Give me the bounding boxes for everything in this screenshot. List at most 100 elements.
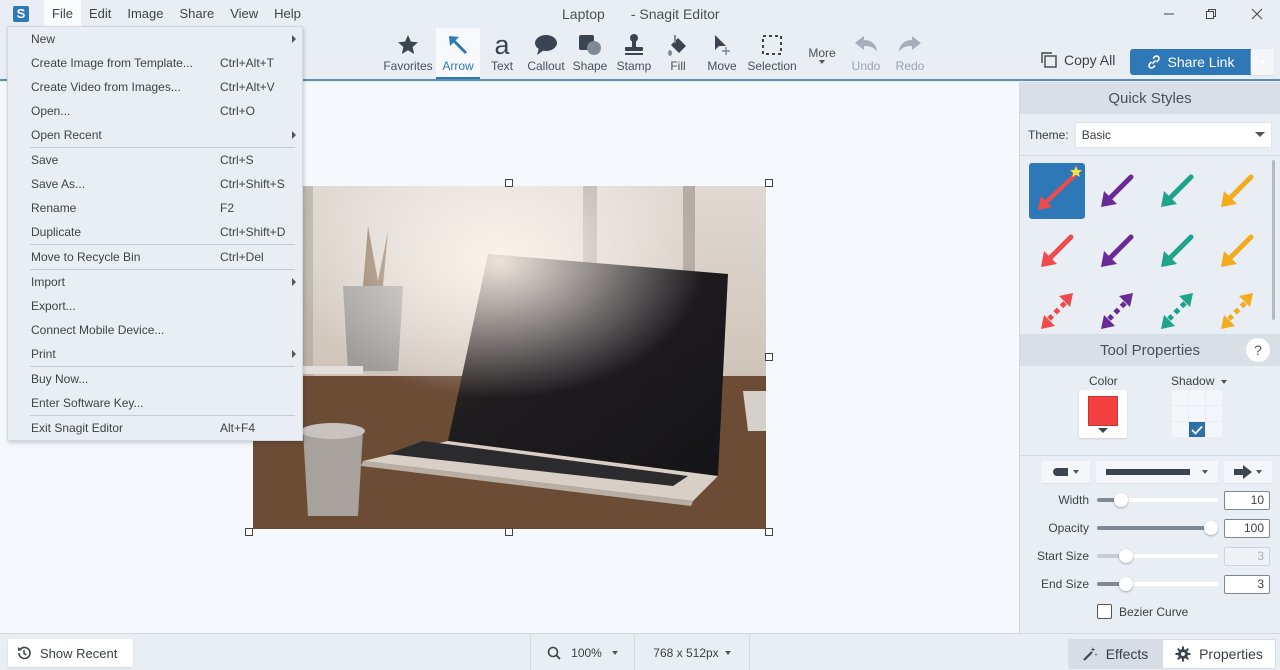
menu-edit[interactable]: Edit (81, 0, 119, 28)
slider-thumb[interactable] (1119, 549, 1134, 563)
share-link-main[interactable]: Share Link (1130, 54, 1250, 70)
start-size-slider[interactable] (1097, 549, 1218, 563)
tool-stamp[interactable]: Stamp (612, 28, 656, 79)
menu-item-save[interactable]: Save Ctrl+S (8, 148, 302, 172)
opacity-input[interactable]: 100 (1224, 518, 1270, 538)
more-tools-button[interactable]: More (800, 28, 844, 79)
resize-handle-bottom-left[interactable] (245, 528, 253, 536)
slider-thumb[interactable] (1114, 493, 1129, 507)
menu-item-rename[interactable]: Rename F2 (8, 196, 302, 220)
menu-item-create-image-from-template[interactable]: Create Image from Template... Ctrl+Alt+T (8, 51, 302, 75)
shadow-bottom-right[interactable] (1206, 422, 1222, 437)
line-style-dropdown[interactable] (1096, 461, 1218, 483)
properties-tab[interactable]: Properties (1163, 640, 1275, 668)
slider-thumb[interactable] (1119, 577, 1134, 591)
quick-style-purple-2[interactable] (1089, 223, 1145, 279)
redo-button[interactable]: Redo (888, 28, 932, 79)
quick-style-green-1[interactable] (1149, 163, 1205, 219)
menu-help[interactable]: Help (266, 0, 309, 28)
show-recent-button[interactable]: Show Recent (8, 639, 133, 667)
menu-item-import[interactable]: Import (8, 270, 302, 294)
tool-shape[interactable]: Shape (568, 28, 612, 79)
menu-item-export[interactable]: Export... (8, 294, 302, 318)
undo-button[interactable]: Undo (844, 28, 888, 79)
shadow-top-center[interactable] (1189, 390, 1205, 405)
shadow-bottom-center[interactable] (1189, 422, 1205, 437)
resize-handle-bottom-right[interactable] (765, 528, 773, 536)
quick-style-yellow-3[interactable] (1209, 283, 1265, 334)
tool-fill[interactable]: Fill (656, 28, 700, 79)
quick-style-red-1[interactable] (1029, 163, 1085, 219)
resize-handle-top-right[interactable] (765, 179, 773, 187)
quick-style-purple-1[interactable] (1089, 163, 1145, 219)
share-link-button[interactable]: Share Link (1130, 49, 1274, 75)
restore-button[interactable] (1188, 0, 1234, 28)
quick-styles-scrollbar[interactable] (1272, 160, 1275, 320)
width-slider[interactable] (1097, 493, 1218, 507)
menu-item-label: Export... (31, 299, 76, 313)
end-size-slider[interactable] (1097, 577, 1218, 591)
menu-image[interactable]: Image (119, 0, 171, 28)
width-input[interactable]: 10 (1224, 490, 1270, 510)
quick-style-yellow-1[interactable] (1209, 163, 1265, 219)
effects-tab[interactable]: Effects (1068, 639, 1162, 669)
start-cap-dropdown[interactable] (1041, 461, 1090, 483)
tool-callout[interactable]: Callout (524, 28, 568, 79)
resize-handle-middle-right[interactable] (765, 353, 773, 361)
menu-item-duplicate[interactable]: Duplicate Ctrl+Shift+D (8, 220, 302, 244)
start-size-input[interactable]: 3 (1224, 546, 1270, 566)
tool-selection[interactable]: Selection (744, 28, 800, 79)
theme-select[interactable]: Basic (1074, 121, 1272, 148)
image-size-dropdown[interactable]: 768 x 512px (635, 634, 750, 670)
menu-item-create-video-from-images[interactable]: Create Video from Images... Ctrl+Alt+V (8, 75, 302, 99)
double-arrow-dashed-icon (1041, 293, 1073, 329)
resize-handle-bottom-center[interactable] (505, 528, 513, 536)
menu-item-save-as[interactable]: Save As... Ctrl+Shift+S (8, 172, 302, 196)
shadow-top-left[interactable] (1172, 390, 1188, 405)
end-cap-dropdown[interactable] (1224, 461, 1272, 483)
menu-item-open[interactable]: Open... Ctrl+O (8, 99, 302, 123)
shadow-dropdown[interactable]: Shadow (1171, 374, 1227, 388)
shadow-center[interactable] (1189, 406, 1205, 421)
bezier-curve-checkbox[interactable]: Bezier Curve (1097, 604, 1188, 619)
color-picker-button[interactable] (1079, 390, 1127, 438)
tool-move[interactable]: Move (700, 28, 744, 79)
resize-handle-top-center[interactable] (505, 179, 513, 187)
tool-text[interactable]: a Text (480, 28, 524, 79)
quick-style-red-3[interactable] (1029, 283, 1085, 334)
menu-item-new[interactable]: New (8, 27, 302, 51)
tool-arrow[interactable]: Arrow (436, 28, 480, 79)
menu-item-enter-software-key[interactable]: Enter Software Key... (8, 391, 302, 415)
menu-item-move-to-recycle-bin[interactable]: Move to Recycle Bin Ctrl+Del (8, 245, 302, 269)
shadow-top-right[interactable] (1206, 390, 1222, 405)
menu-item-exit-snagit-editor[interactable]: Exit Snagit Editor Alt+F4 (8, 416, 302, 440)
menu-view[interactable]: View (222, 0, 266, 28)
zoom-dropdown[interactable]: 100% (530, 634, 635, 670)
share-dropdown-button[interactable] (1250, 49, 1274, 75)
shadow-middle-right[interactable] (1206, 406, 1222, 421)
quick-style-green-3[interactable] (1149, 283, 1205, 334)
copy-all-button[interactable]: Copy All (1040, 51, 1115, 69)
menu-item-open-recent[interactable]: Open Recent (8, 123, 302, 147)
menu-file[interactable]: File (44, 0, 81, 28)
minimize-button[interactable] (1146, 0, 1192, 28)
shadow-bottom-left[interactable] (1172, 422, 1188, 437)
arrow-icon (449, 36, 468, 55)
end-size-input[interactable]: 3 (1224, 574, 1270, 594)
quick-style-purple-3[interactable] (1089, 283, 1145, 334)
shadow-middle-left[interactable] (1172, 406, 1188, 421)
close-button[interactable] (1234, 0, 1280, 28)
quick-style-yellow-2[interactable] (1209, 223, 1265, 279)
quick-style-red-2[interactable] (1029, 223, 1085, 279)
quick-style-green-2[interactable] (1149, 223, 1205, 279)
opacity-slider[interactable] (1097, 521, 1218, 535)
help-button[interactable]: ? (1246, 338, 1270, 362)
tool-favorites[interactable]: Favorites (380, 28, 436, 79)
menu-item-connect-mobile-device[interactable]: Connect Mobile Device... (8, 318, 302, 342)
checkbox[interactable] (1097, 604, 1112, 619)
menu-share[interactable]: Share (172, 0, 223, 28)
menu-item-print[interactable]: Print (8, 342, 302, 366)
slider-thumb[interactable] (1203, 521, 1218, 535)
menu-item-buy-now[interactable]: Buy Now... (8, 367, 302, 391)
laptop-image[interactable] (253, 186, 766, 529)
